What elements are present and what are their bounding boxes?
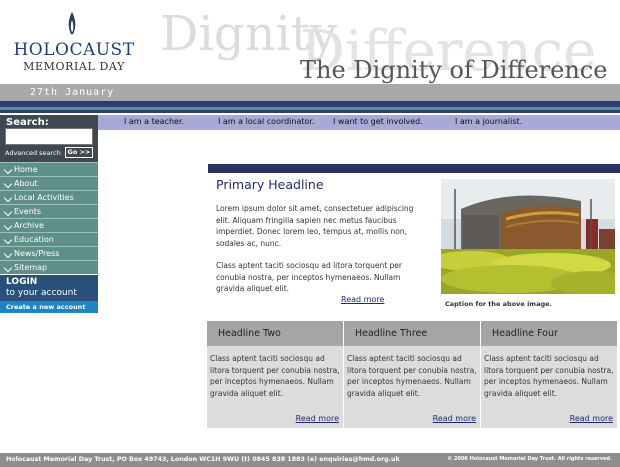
footer-copyright: © 2006 Holocaust Memorial Day Trust. All…	[447, 456, 612, 462]
search-input[interactable]	[5, 128, 93, 145]
logo-line2: MEMORIAL DAY	[23, 60, 125, 73]
nav-teacher[interactable]: I am a teacher.	[124, 117, 184, 126]
sidebar-item-education[interactable]: Education	[0, 232, 98, 246]
arrow-icon	[3, 249, 13, 259]
card-read-more-link[interactable]: Read more	[570, 414, 613, 423]
site-logo[interactable]: HOLOCAUST MEMORIAL DAY	[12, 10, 134, 76]
card-body: Class aptent taciti sociosqu ad litora t…	[347, 354, 477, 398]
read-more-link[interactable]: Read more	[341, 295, 384, 304]
card-read-more-link[interactable]: Read more	[433, 414, 476, 423]
logo-line1: HOLOCAUST	[13, 40, 135, 60]
nav-get-involved[interactable]: I want to get involved.	[333, 117, 423, 126]
nav-journalist[interactable]: I am a journalist.	[455, 117, 522, 126]
arrow-icon	[3, 235, 13, 245]
divider-stripe	[0, 110, 620, 113]
arrow-icon	[3, 193, 13, 203]
site-footer: Holocaust Memorial Day Trust, PO Box 497…	[0, 453, 620, 467]
arrow-icon	[3, 207, 13, 217]
search-go-button[interactable]: Go >>	[65, 147, 93, 158]
nav-local-coordinator[interactable]: I am a local coordinator.	[218, 117, 315, 126]
card-header: Headline Four	[481, 321, 617, 346]
sidebar-item-label: News/Press	[14, 249, 60, 258]
card-title: Headline Two	[218, 328, 281, 339]
card-headline-two: Headline Two Class aptent taciti sociosq…	[207, 321, 343, 428]
card-title: Headline Four	[492, 328, 558, 339]
feature-photo	[441, 179, 615, 294]
main-header-bar	[208, 164, 620, 173]
login-button[interactable]: LOGIN to your account	[0, 275, 98, 301]
primary-paragraph-1: Lorem ipsum dolor sit amet, consectetuer…	[216, 204, 414, 248]
search-label: Search:	[6, 117, 49, 128]
sidebar-item-news-press[interactable]: News/Press	[0, 246, 98, 260]
card-title: Headline Three	[355, 328, 428, 339]
arrow-icon	[3, 263, 13, 273]
sidebar-item-archive[interactable]: Archive	[0, 218, 98, 232]
sidebar-item-home[interactable]: Home	[0, 162, 98, 176]
sidebar-item-label: Sitemap	[14, 263, 48, 272]
sidebar-item-label: Archive	[14, 221, 44, 230]
card-headline-four: Headline Four Class aptent taciti socios…	[481, 321, 617, 428]
card-headline-three: Headline Three Class aptent taciti socio…	[344, 321, 480, 428]
footer-address: Holocaust Memorial Day Trust, PO Box 497…	[6, 456, 400, 463]
site-header: HOLOCAUST MEMORIAL DAY Dignity Differenc…	[0, 0, 620, 84]
sidebar-item-sitemap[interactable]: Sitemap	[0, 260, 98, 274]
building-photo-image	[441, 179, 615, 294]
primary-headline: Primary Headline	[216, 177, 324, 192]
flame-icon	[68, 12, 76, 35]
event-date: 27th January	[30, 87, 115, 98]
card-body: Class aptent taciti sociosqu ad litora t…	[210, 354, 340, 398]
card-header: Headline Two	[207, 321, 343, 346]
arrow-icon	[3, 179, 13, 189]
audience-nav: I am a teacher. I am a local coordinator…	[98, 115, 620, 130]
photo-caption: Caption for the above image.	[445, 300, 552, 308]
sidebar-item-label: Local Activities	[14, 193, 74, 202]
sidebar-menu: Home About Local Activities Events Archi…	[0, 162, 98, 274]
sidebar-item-local-activities[interactable]: Local Activities	[0, 190, 98, 204]
primary-paragraph-2: Class aptent taciti sociosqu ad litora t…	[216, 261, 403, 293]
sidebar-item-label: About	[14, 179, 38, 188]
create-account-label: Create a new account	[6, 303, 86, 311]
sidebar: Search: Advanced search Go >> Home About…	[0, 115, 98, 313]
date-band: 27th January	[0, 84, 620, 101]
sidebar-item-about[interactable]: About	[0, 176, 98, 190]
card-body: Class aptent taciti sociosqu ad litora t…	[484, 354, 614, 398]
login-title: LOGIN	[6, 277, 38, 287]
arrow-icon	[3, 165, 13, 175]
arrow-icon	[3, 221, 13, 231]
search-panel: Search: Advanced search Go >>	[0, 115, 98, 162]
create-account-link[interactable]: Create a new account	[0, 301, 98, 313]
sidebar-item-label: Education	[14, 235, 54, 244]
advanced-search-link[interactable]: Advanced search	[5, 149, 61, 157]
sidebar-item-label: Home	[14, 165, 38, 174]
login-subtitle: to your account	[6, 288, 77, 298]
site-tagline: The Dignity of Difference	[300, 56, 608, 84]
sidebar-item-label: Events	[14, 207, 42, 216]
card-header: Headline Three	[344, 321, 480, 346]
sidebar-item-events[interactable]: Events	[0, 204, 98, 218]
card-read-more-link[interactable]: Read more	[296, 414, 339, 423]
